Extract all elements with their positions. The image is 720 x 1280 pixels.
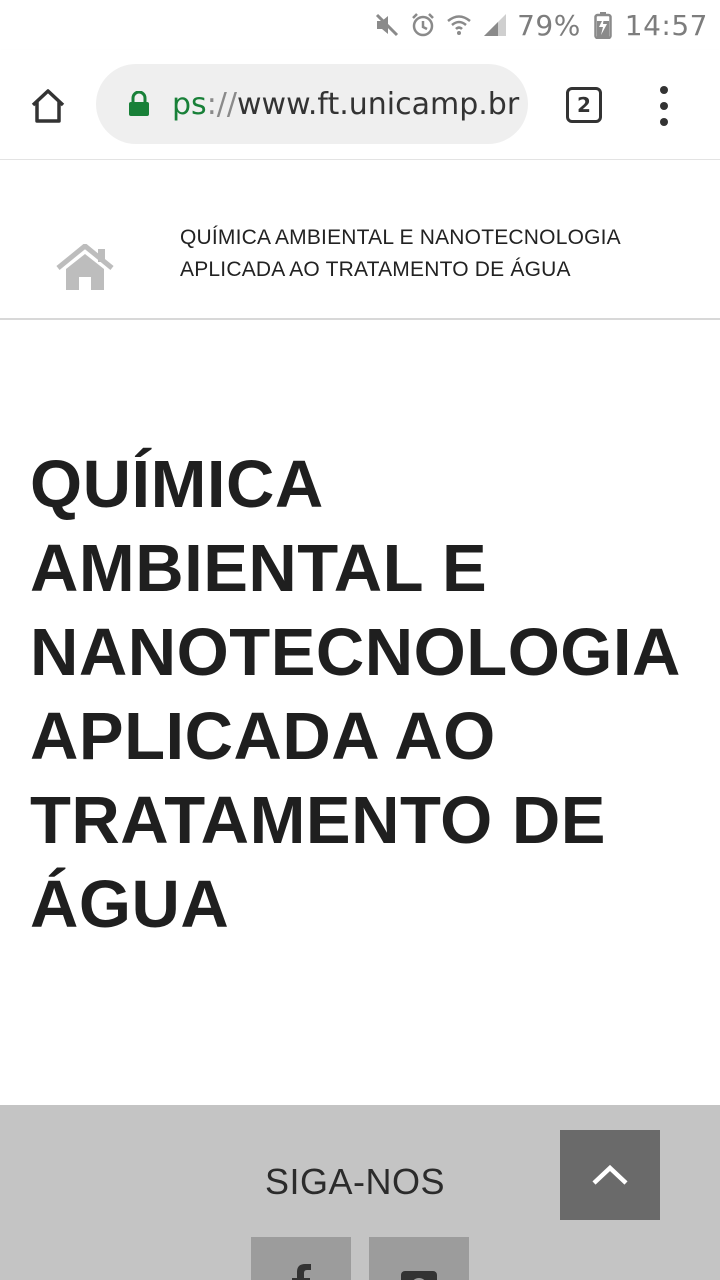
alarm-icon [409,11,437,39]
tab-switcher-button[interactable]: 2 [566,87,602,123]
overflow-menu-button[interactable] [648,86,680,126]
battery-percentage: 79% [517,8,581,42]
home-icon [31,89,65,123]
battery-charging-icon [589,11,617,39]
site-title[interactable]: QUÍMICA AMBIENTAL E NANOTECNOLOGIA APLIC… [180,222,700,286]
page-title-line: NANOTECNOLOGIA [30,615,681,690]
scroll-to-top-button[interactable] [560,1130,660,1220]
facebook-button[interactable] [251,1237,351,1280]
url-separator: :// [206,86,238,122]
menu-dot-icon [660,118,668,126]
page-title-line: QUÍMICA [30,447,324,522]
menu-dot-icon [660,86,668,94]
site-title-line: QUÍMICA AMBIENTAL E NANOTECNOLOGIA [180,226,621,249]
signal-icon [481,11,509,39]
page-title: QUÍMICA AMBIENTAL E NANOTECNOLOGIA APLIC… [30,443,710,947]
mute-icon [373,11,401,39]
page-title-line: ÁGUA [30,867,230,942]
page-title-line: TRATAMENTO DE [30,783,606,858]
page-title-line: AMBIENTAL E [30,531,488,606]
browser-toolbar: ps://www.ft.unicamp.br 2 [0,50,720,160]
site-home-link[interactable] [56,243,114,294]
url-text: ps://www.ft.unicamp.br [172,87,519,122]
status-bar: 79% 14:57 [0,0,720,50]
facebook-icon [292,1264,311,1280]
site-header: QUÍMICA AMBIENTAL E NANOTECNOLOGIA APLIC… [0,160,720,320]
menu-dot-icon [660,102,668,110]
page-title-line: APLICADA AO [30,699,496,774]
status-icons: 79% 14:57 [373,8,708,42]
house-icon [56,243,114,290]
site-title-line: APLICADA AO TRATAMENTO DE ÁGUA [180,258,571,281]
url-host: www.ft.unicamp.br [237,86,520,122]
url-scheme: ps [172,86,207,122]
chevron-up-icon [592,1164,628,1185]
footer: SIGA-NOS [0,1105,720,1280]
clock: 14:57 [624,8,708,42]
address-bar[interactable]: ps://www.ft.unicamp.br [96,64,528,144]
wifi-icon [445,11,473,39]
browser-home-button[interactable] [24,82,72,130]
instagram-icon [401,1271,437,1280]
instagram-button[interactable] [369,1237,469,1280]
tab-count: 2 [577,93,591,117]
lock-icon [128,90,152,118]
